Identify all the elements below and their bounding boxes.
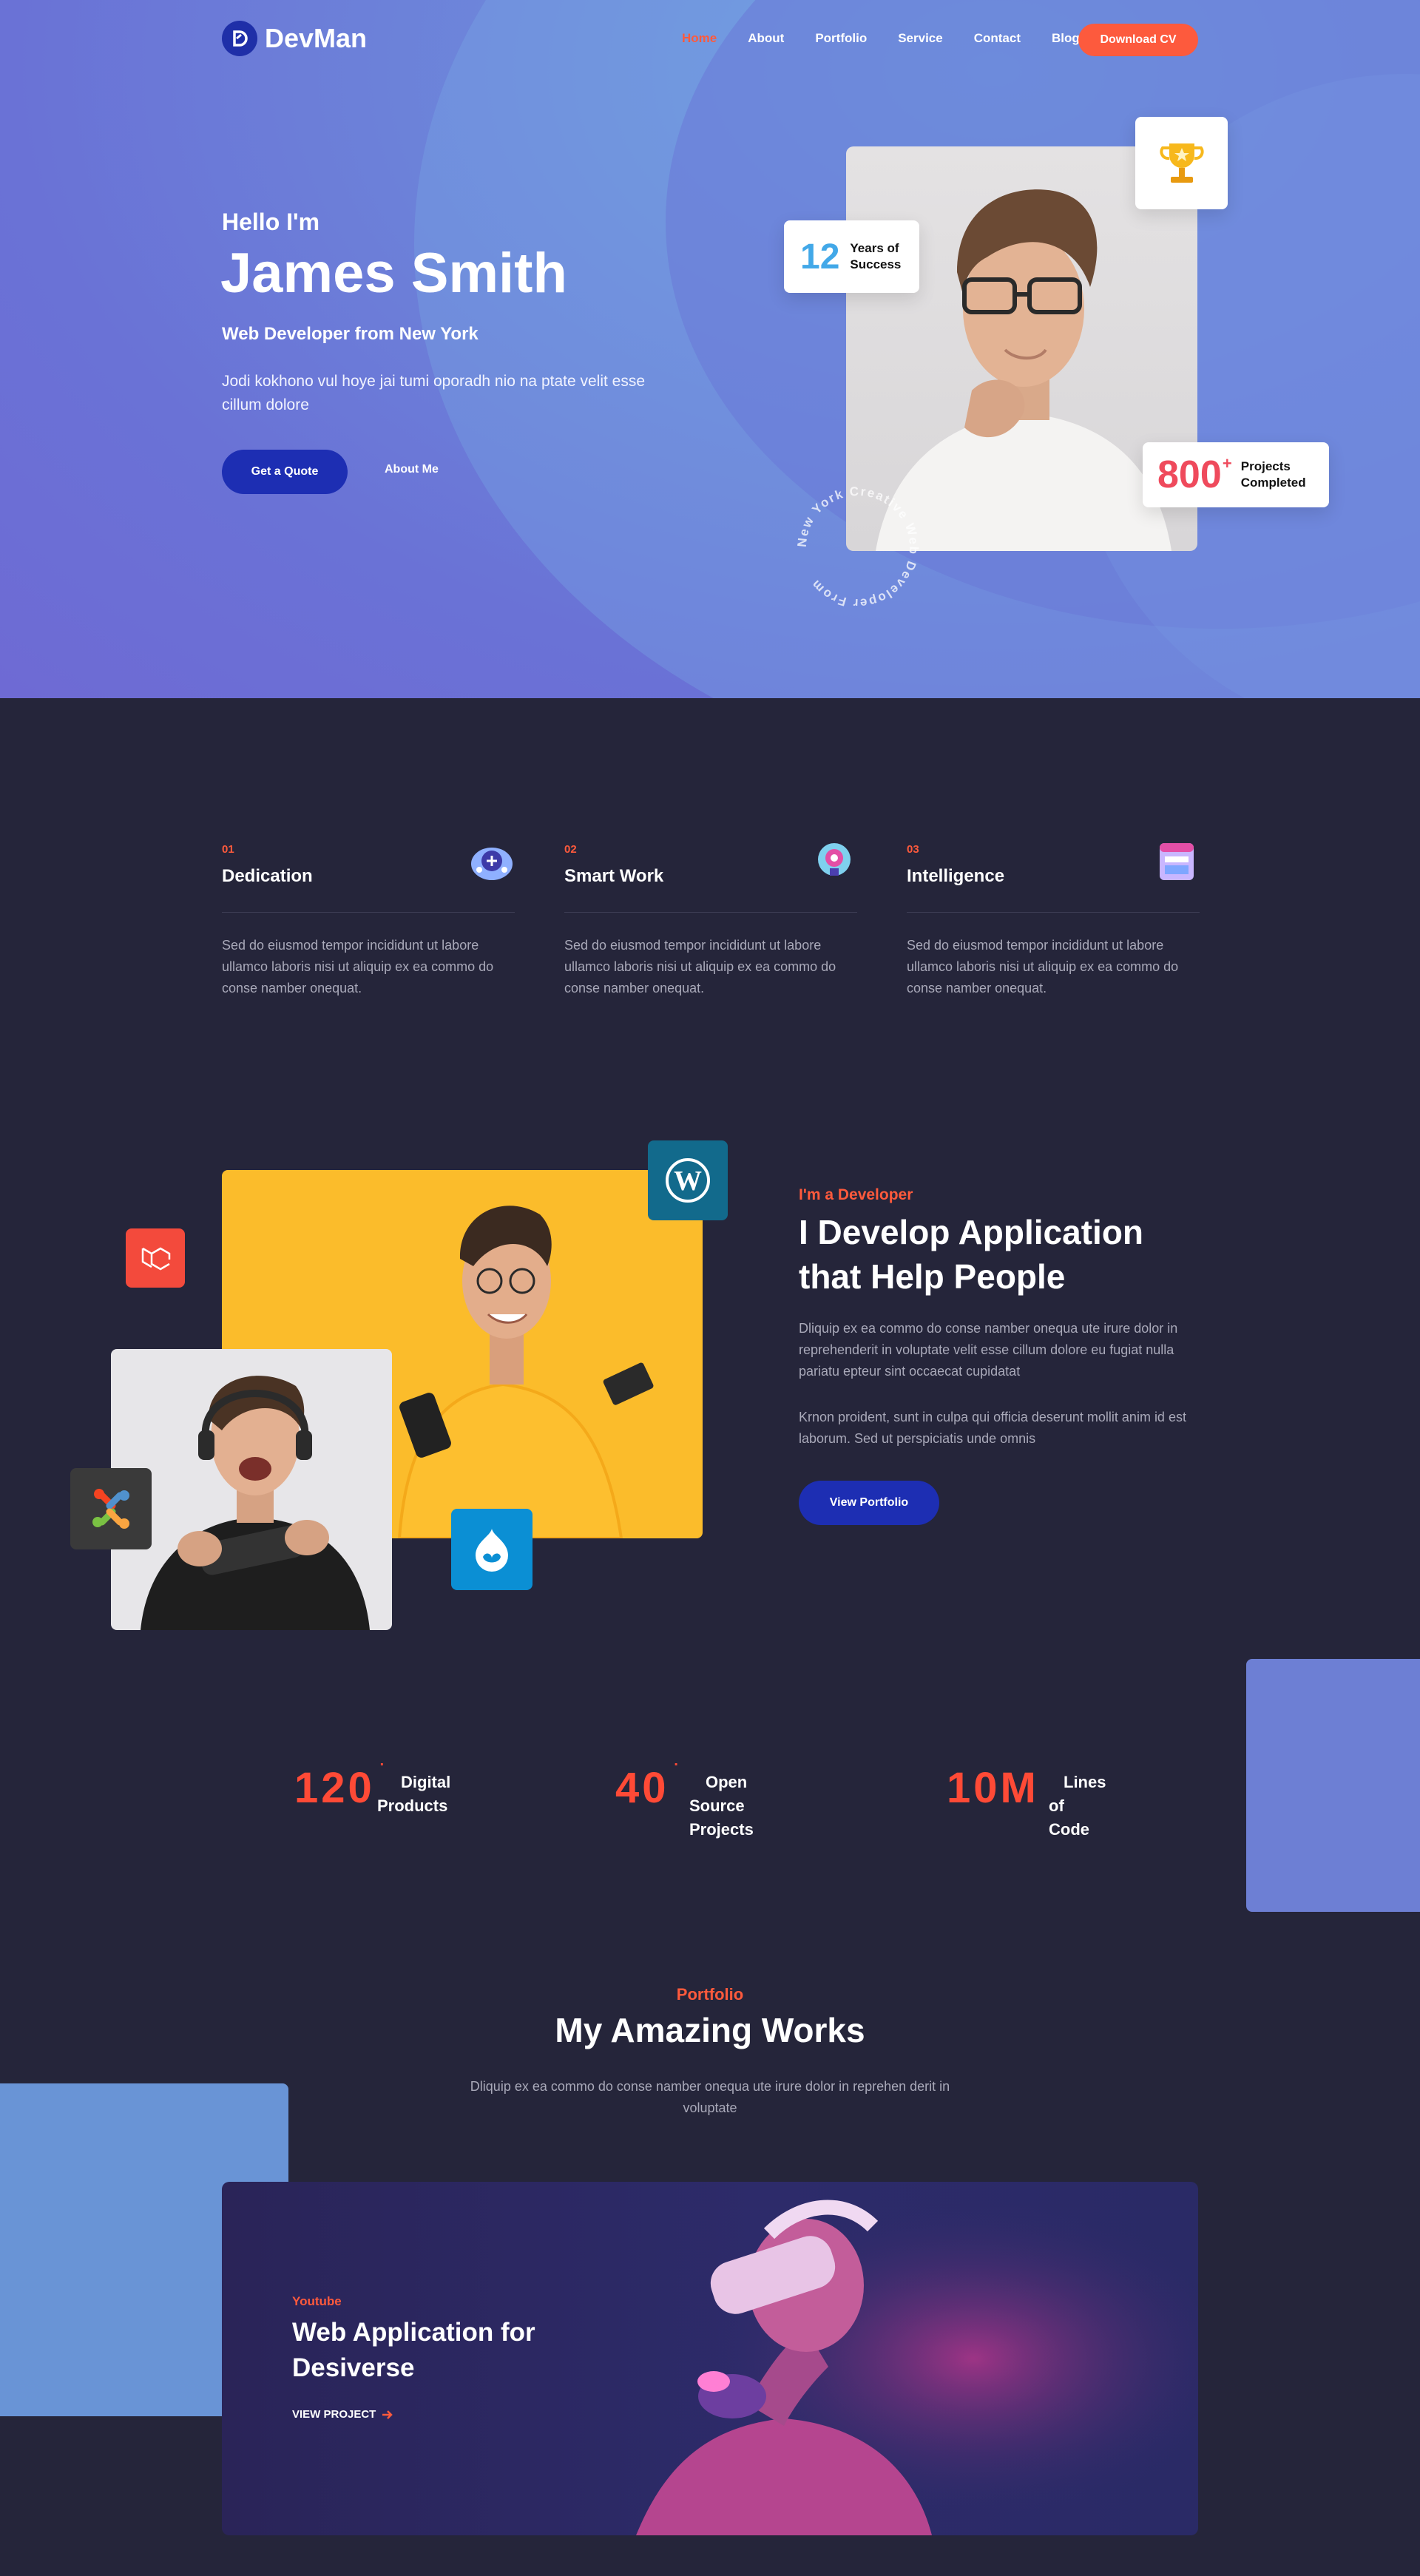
years-label-line1: Years of bbox=[850, 241, 899, 255]
projects-label-line2: Completed bbox=[1240, 476, 1306, 490]
stat-value: 10M bbox=[947, 1764, 1039, 1808]
brand-name: DevMan bbox=[265, 23, 368, 53]
stat-plus: + bbox=[671, 1763, 685, 1771]
developer-paragraph: Krnon proident, sunt in culpa qui offici… bbox=[799, 1410, 1186, 1446]
developer-paragraph: Dliquip ex ea commo do conse namber oneq… bbox=[799, 1321, 1178, 1379]
joomla-icon bbox=[92, 1489, 129, 1529]
hero-intro: Jodi kokhono vul hoye jai tumi oporadh n… bbox=[222, 373, 646, 413]
circle-text-path: New York Creative Web Developer From bbox=[795, 484, 920, 610]
stat-label-line2: Products bbox=[377, 1796, 448, 1815]
decorative-block bbox=[1246, 1659, 1420, 1912]
stat-label-line1: Digital bbox=[401, 1773, 451, 1791]
brain-chip-icon bbox=[471, 848, 513, 880]
stat-label-line1: Open Source bbox=[689, 1773, 748, 1815]
portfolio-card[interactable]: Youtube Web Application for Desiverse VI… bbox=[222, 2182, 1198, 2535]
developer-tag: I'm a Developer bbox=[799, 1186, 913, 1203]
lightbulb-gear-icon bbox=[818, 843, 851, 876]
stat-label-line2: Projects bbox=[689, 1820, 754, 1839]
laravel-logo-tile bbox=[126, 1228, 185, 1288]
hero-greeting: Hello I'm bbox=[222, 209, 320, 235]
projects-label-line1: Projects bbox=[1240, 459, 1291, 473]
stat-label-line2: Code bbox=[1049, 1820, 1089, 1839]
trophy-icon bbox=[1159, 143, 1204, 183]
portfolio-item-title: Web Application for Desiverse bbox=[292, 2318, 535, 2382]
gamer-photo bbox=[111, 1349, 392, 1630]
drupal-icon bbox=[476, 1529, 508, 1572]
stat-value: 120 bbox=[294, 1764, 375, 1808]
main-menu: Home About Portfolio Service Contact Blo… bbox=[682, 31, 1111, 46]
feature-desc: Sed do eiusmod tempor incididunt ut labo… bbox=[222, 938, 494, 995]
nav-link-home[interactable]: Home bbox=[682, 31, 717, 46]
download-cv-button[interactable]: Download CV bbox=[1078, 24, 1198, 56]
projects-completed-card: 800 + Projects Completed bbox=[1143, 442, 1329, 507]
drupal-logo-tile bbox=[451, 1509, 532, 1590]
view-project-link[interactable]: VIEW PROJECT bbox=[292, 2408, 393, 2421]
portfolio-tag: Portfolio bbox=[676, 1985, 744, 2004]
browser-window-icon bbox=[1160, 843, 1194, 880]
view-portfolio-button[interactable]: View Portfolio bbox=[799, 1481, 939, 1525]
feature-desc: Sed do eiusmod tempor incididunt ut labo… bbox=[907, 938, 1179, 995]
trophy-card bbox=[1135, 117, 1228, 209]
svg-text:W: W bbox=[674, 1166, 702, 1197]
projects-value: 800 bbox=[1157, 453, 1222, 496]
portfolio-category: Youtube bbox=[292, 2294, 342, 2308]
about-me-button[interactable]: About Me bbox=[385, 463, 439, 476]
feature-item: 01 Dedication Sed do eiusmod tempor inci… bbox=[222, 843, 515, 999]
feature-divider bbox=[564, 912, 857, 913]
svg-text:New York Creative Web Develope: New York Creative Web Developer From bbox=[795, 484, 922, 610]
wordpress-logo-tile: W bbox=[648, 1140, 728, 1220]
feature-divider bbox=[222, 912, 515, 913]
nav-link-about[interactable]: About bbox=[748, 31, 784, 46]
portfolio-desc: Dliquip ex ea commo do conse namber oneq… bbox=[470, 2079, 950, 2115]
wordpress-icon: W bbox=[666, 1158, 710, 1203]
years-of-success-card: 12 Years of Success bbox=[784, 220, 919, 293]
feature-item: 02 Smart Work Sed do eiusmod tempor inci… bbox=[564, 843, 857, 999]
nav-link-service[interactable]: Service bbox=[898, 31, 943, 46]
feature-divider bbox=[907, 912, 1200, 913]
stat-label-line1: Lines of bbox=[1049, 1773, 1106, 1815]
laravel-icon bbox=[141, 1247, 171, 1271]
years-label-line2: Success bbox=[850, 257, 902, 271]
logo[interactable]: DevMan bbox=[222, 21, 367, 56]
joomla-logo-tile bbox=[70, 1468, 152, 1549]
developer-title: I Develop Application that Help People bbox=[799, 1213, 1144, 1296]
top-nav: DevMan Home About Portfolio Service Cont… bbox=[222, 21, 1198, 59]
projects-plus: + bbox=[1222, 454, 1232, 473]
view-project-label: VIEW PROJECT bbox=[292, 2408, 376, 2421]
feature-item: 03 Intelligence Sed do eiusmod tempor in… bbox=[907, 843, 1200, 999]
get-quote-button[interactable]: Get a Quote bbox=[222, 450, 348, 494]
stat-value: 40 bbox=[615, 1764, 669, 1808]
arrow-right-icon bbox=[382, 2410, 393, 2419]
hero-section: DevMan Home About Portfolio Service Cont… bbox=[0, 0, 1420, 698]
nav-link-portfolio[interactable]: Portfolio bbox=[815, 31, 867, 46]
rotating-circle-text: New York Creative Web Developer From bbox=[795, 484, 922, 610]
years-value: 12 bbox=[800, 237, 840, 277]
feature-desc: Sed do eiusmod tempor incididunt ut labo… bbox=[564, 938, 836, 995]
hero-role: Web Developer from New York bbox=[222, 324, 479, 344]
nav-link-contact[interactable]: Contact bbox=[974, 31, 1021, 46]
hero-name: James Smith bbox=[220, 242, 567, 305]
portfolio-title: My Amazing Works bbox=[555, 2011, 865, 2049]
logo-icon bbox=[222, 21, 257, 56]
nav-link-blog[interactable]: Blog bbox=[1052, 31, 1080, 46]
